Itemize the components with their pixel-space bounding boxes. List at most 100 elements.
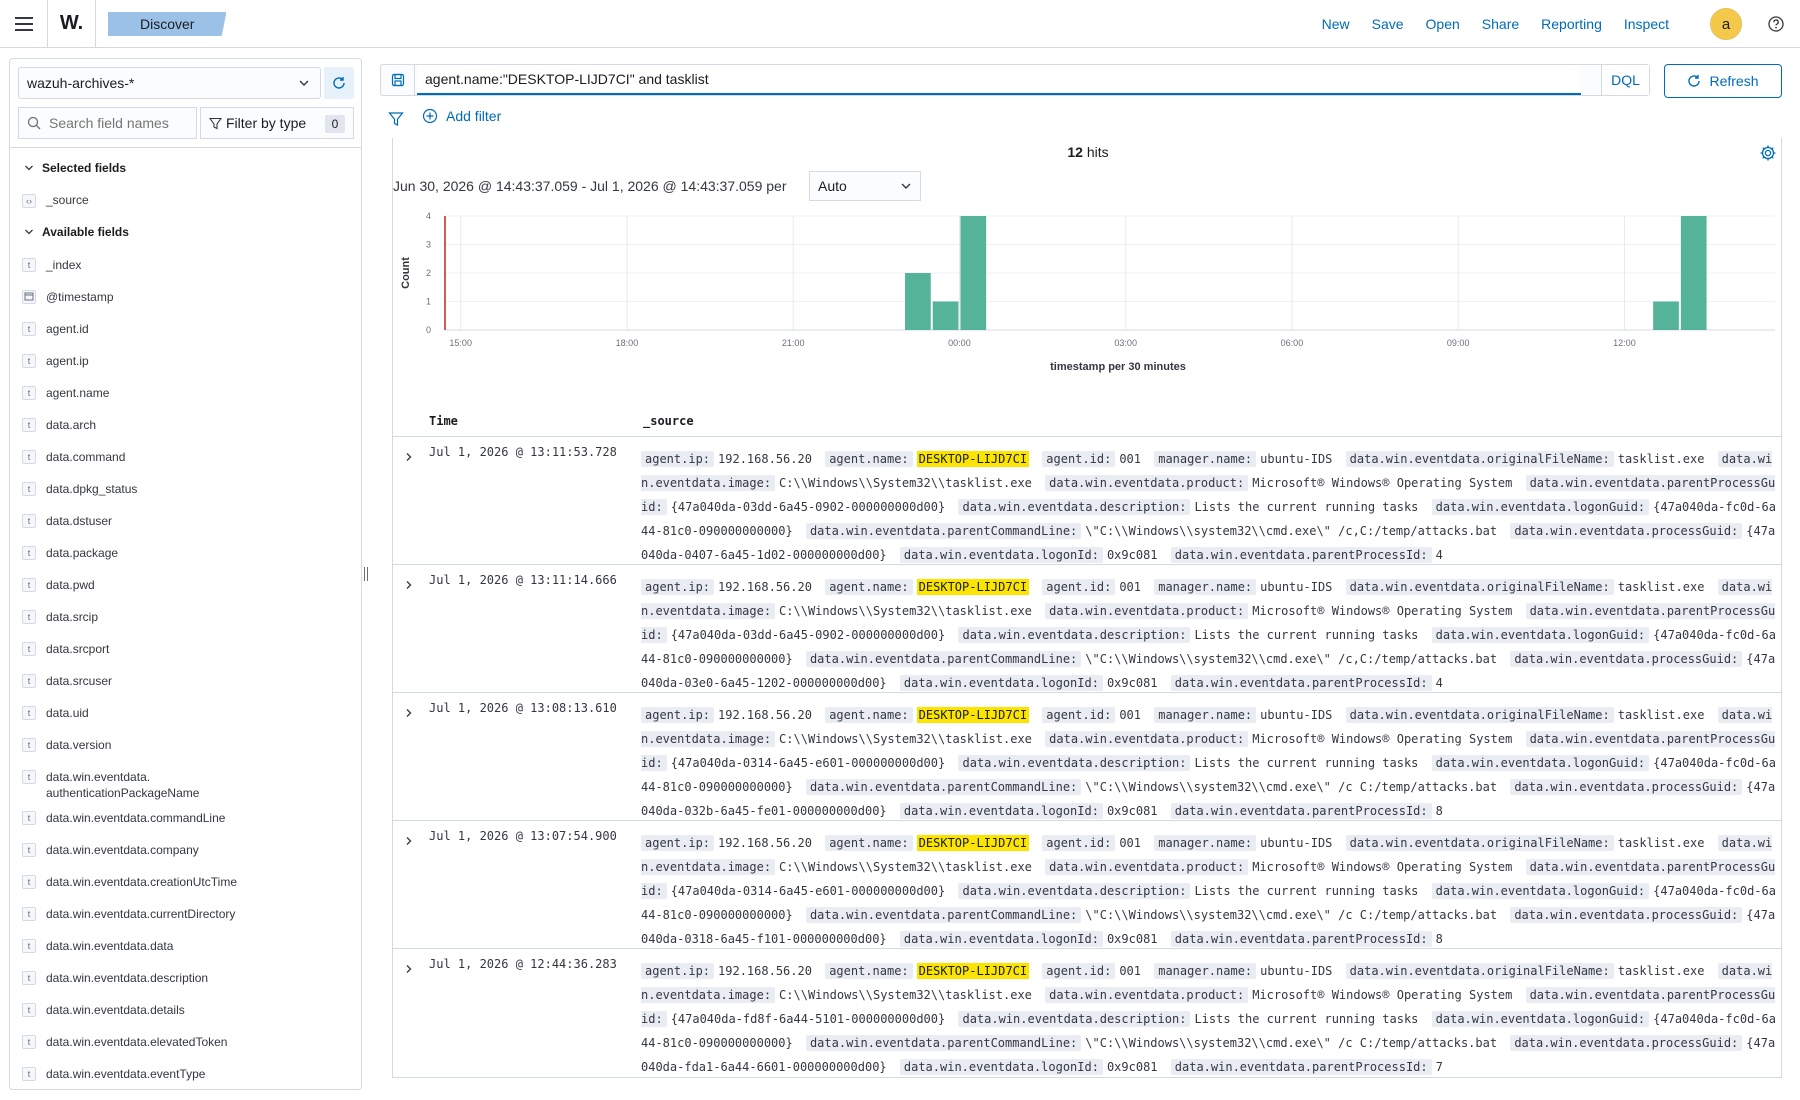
expand-row-icon[interactable]	[401, 833, 417, 849]
field-name: data.srcport	[46, 642, 110, 656]
source-key: data.win.eventdata.processGuid:	[1510, 779, 1743, 795]
field-item[interactable]: t _index	[22, 257, 81, 273]
field-item[interactable]: t data.arch	[22, 417, 96, 433]
avatar[interactable]: a	[1710, 8, 1742, 40]
saved-query-icon[interactable]	[381, 65, 415, 95]
field-item[interactable]: t agent.id	[22, 321, 89, 337]
source-value: tasklist.exe	[1617, 708, 1705, 722]
field-item[interactable]: t data.win.eventdata.commandLine	[22, 810, 225, 826]
sidebar-resize-handle[interactable]	[363, 567, 369, 581]
field-name: data.win.eventdata.details	[46, 1003, 185, 1017]
filter-by-type-button[interactable]: Filter by type 0	[200, 107, 354, 139]
histogram-bar	[905, 273, 931, 330]
x-tick-label: 21:00	[782, 338, 805, 348]
field-item[interactable]: t data.win.eventdata. authenticationPacka…	[22, 769, 199, 801]
string-type-icon: t	[22, 482, 36, 496]
help-icon[interactable]	[1766, 14, 1786, 34]
field-item[interactable]: t data.win.eventdata.eventType	[22, 1066, 205, 1082]
open-button[interactable]: Open	[1415, 16, 1471, 32]
source-value: 0x9c081	[1106, 804, 1158, 818]
save-button[interactable]: Save	[1361, 16, 1415, 32]
source-value: 192.168.56.20	[718, 580, 812, 594]
field-item[interactable]: t data.win.eventdata.creationUtcTime	[22, 874, 237, 890]
field-item[interactable]: t data.dpkg_status	[22, 481, 137, 497]
search-field-names-input[interactable]	[49, 115, 189, 131]
breadcrumb-discover[interactable]: Discover	[108, 12, 227, 36]
string-type-icon: t	[22, 939, 36, 953]
calendar-icon	[22, 290, 36, 304]
source-key: agent.id:	[1042, 451, 1116, 467]
field-item[interactable]: t data.uid	[22, 705, 89, 721]
field-item[interactable]: t data.dstuser	[22, 513, 112, 529]
chevron-down-icon	[25, 165, 33, 171]
field-item[interactable]: t data.srcport	[22, 641, 109, 657]
expand-row-icon[interactable]	[401, 577, 417, 593]
field-item[interactable]: t data.srcip	[22, 609, 98, 625]
column-source[interactable]: _source	[643, 414, 694, 428]
field-name: data.win.eventdata. authenticationPackag…	[46, 770, 200, 800]
source-key: data.win.eventdata.originalFileName:	[1345, 707, 1614, 723]
column-time[interactable]: Time	[429, 414, 458, 428]
menu-icon[interactable]	[0, 0, 48, 48]
add-filter-button[interactable]: Add filter	[422, 108, 501, 124]
field-search[interactable]	[18, 107, 197, 139]
expand-row-icon[interactable]	[401, 449, 417, 465]
field-item[interactable]: t data.srcuser	[22, 673, 112, 689]
field-item[interactable]: t agent.ip	[22, 353, 89, 369]
y-tick-label: 3	[426, 240, 431, 250]
field-item[interactable]: t data.win.eventdata.currentDirectory	[22, 906, 235, 922]
field-name: data.win.eventdata.description	[46, 971, 209, 985]
filter-icon[interactable]	[388, 108, 404, 130]
field-item-source[interactable]: ‹› _source	[22, 193, 89, 208]
field-item[interactable]: t data.win.eventdata.company	[22, 842, 199, 858]
refresh-index-icon[interactable]	[324, 67, 354, 99]
source-value: ubuntu-IDS	[1260, 580, 1333, 594]
expand-row-icon[interactable]	[401, 961, 417, 977]
field-item[interactable]: t data.win.eventdata.details	[22, 1002, 185, 1018]
field-item[interactable]: t data.win.eventdata.elevatedToken	[22, 1034, 227, 1050]
field-item[interactable]: t data.win.eventdata.data	[22, 938, 173, 954]
available-fields-toggle[interactable]: Available fields	[24, 225, 129, 239]
field-item[interactable]: @timestamp	[22, 289, 114, 305]
source-key: data.win.eventdata.logonGuid:	[1431, 499, 1650, 515]
field-item[interactable]: t data.win.eventdata.description	[22, 970, 208, 986]
inspect-button[interactable]: Inspect	[1613, 16, 1680, 32]
source-value: 4	[1435, 676, 1443, 690]
source-value: C:\\Windows\\System32\\tasklist.exe	[779, 988, 1032, 1002]
new-button[interactable]: New	[1311, 16, 1361, 32]
source-key: agent.name:	[825, 707, 913, 723]
field-item[interactable]: t data.package	[22, 545, 118, 561]
hits-count: 12 hits	[393, 144, 1781, 160]
field-name: data.dstuser	[46, 514, 113, 528]
field-item[interactable]: t data.pwd	[22, 577, 95, 593]
source-key: manager.name:	[1154, 835, 1257, 851]
query-language-button[interactable]: DQL	[1601, 65, 1649, 95]
share-button[interactable]: Share	[1471, 16, 1530, 32]
interval-select[interactable]: Auto	[809, 171, 921, 201]
source-key: data.win.eventdata.parentProcessId:	[1170, 931, 1432, 947]
selected-fields-toggle[interactable]: Selected fields	[24, 161, 126, 175]
chevron-down-icon	[901, 183, 911, 189]
app-logo[interactable]: W.	[48, 0, 96, 48]
field-item[interactable]: t agent.name	[22, 385, 109, 401]
source-key: data.win.eventdata.logonId:	[899, 547, 1103, 563]
reporting-button[interactable]: Reporting	[1530, 16, 1613, 32]
source-value: 8	[1435, 932, 1443, 946]
source-key: data.win.eventdata.description:	[958, 883, 1191, 899]
query-input[interactable]	[417, 65, 1581, 95]
source-value: \"C:\\Windows\\system32\\cmd.exe\" /c C:…	[1085, 780, 1498, 794]
index-pattern-select[interactable]: wazuh-archives-*	[18, 67, 321, 99]
field-item[interactable]: t data.version	[22, 737, 111, 753]
refresh-button[interactable]: Refresh	[1664, 64, 1782, 98]
string-type-icon: t	[22, 1067, 36, 1081]
source-value: 8	[1435, 804, 1443, 818]
string-type-icon: t	[22, 258, 36, 272]
source-key: agent.id:	[1042, 835, 1116, 851]
x-tick-label: 06:00	[1281, 338, 1304, 348]
field-item[interactable]: t data.command	[22, 449, 125, 465]
index-pattern-value: wazuh-archives-*	[27, 75, 135, 91]
results-panel: 12 hits Jun 30, 2026 @ 14:43:37.059 - Ju…	[392, 138, 1782, 1078]
time-range-text: Jun 30, 2026 @ 14:43:37.059 - Jul 1, 202…	[393, 178, 787, 194]
gear-icon[interactable]	[1759, 144, 1777, 162]
expand-row-icon[interactable]	[401, 705, 417, 721]
